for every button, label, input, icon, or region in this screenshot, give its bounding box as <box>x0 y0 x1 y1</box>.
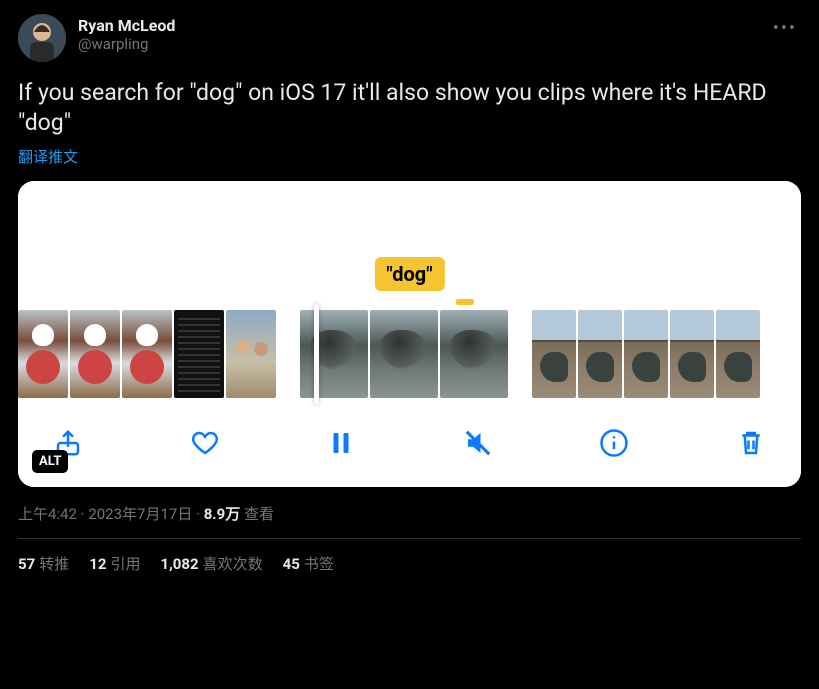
clip-group[interactable] <box>532 310 760 398</box>
mute-icon[interactable] <box>458 423 498 463</box>
clip-thumbnail[interactable] <box>578 310 622 398</box>
clip-thumbnail[interactable] <box>122 310 172 398</box>
clip-thumbnail[interactable] <box>716 310 760 398</box>
video-timeline[interactable] <box>18 305 801 403</box>
retweets-stat[interactable]: 57转推 <box>18 553 69 574</box>
more-icon[interactable]: ••• <box>769 14 801 43</box>
media-toolbar <box>18 403 801 487</box>
translate-link[interactable]: 翻译推文 <box>18 146 801 167</box>
playhead[interactable] <box>314 304 319 404</box>
tweet-header: Ryan McLeod @warpling ••• <box>18 14 801 62</box>
info-icon[interactable] <box>594 423 634 463</box>
clip-thumbnail[interactable] <box>300 310 368 398</box>
clip-thumbnail[interactable] <box>670 310 714 398</box>
display-name[interactable]: Ryan McLeod <box>78 16 175 35</box>
playhead-marker <box>456 299 474 305</box>
user-handle[interactable]: @warpling <box>78 35 175 53</box>
clip-thumbnail[interactable] <box>440 310 508 398</box>
clip-group[interactable] <box>18 310 276 398</box>
views-label: 查看 <box>244 505 274 523</box>
clip-thumbnail[interactable] <box>370 310 438 398</box>
pause-icon[interactable] <box>321 423 361 463</box>
clip-thumbnail[interactable] <box>532 310 576 398</box>
tweet-date[interactable]: 2023年7月17日 <box>88 505 192 523</box>
avatar[interactable] <box>18 14 66 62</box>
clip-group-active[interactable] <box>300 310 508 398</box>
media-card[interactable]: "dog" <box>18 181 801 487</box>
tweet-time[interactable]: 上午4:42 <box>18 505 77 523</box>
tweet-meta: 上午4:42 · 2023年7月17日 · 8.9万 查看 <box>18 503 801 524</box>
divider <box>18 538 801 539</box>
views-count: 8.9万 <box>204 505 241 523</box>
likes-stat[interactable]: 1,082喜欢次数 <box>160 553 262 574</box>
audio-caption: "dog" <box>374 257 444 291</box>
alt-badge[interactable]: ALT <box>32 450 68 473</box>
bookmarks-stat[interactable]: 45书签 <box>283 553 334 574</box>
tweet-stats: 57转推 12引用 1,082喜欢次数 45书签 <box>18 553 801 584</box>
clip-thumbnail[interactable] <box>226 310 276 398</box>
heart-icon[interactable] <box>185 423 225 463</box>
clip-thumbnail[interactable] <box>18 310 68 398</box>
clip-thumbnail[interactable] <box>624 310 668 398</box>
tweet-text: If you search for "dog" on iOS 17 it'll … <box>18 78 801 138</box>
clip-thumbnail[interactable] <box>174 310 224 398</box>
trash-icon[interactable] <box>731 423 771 463</box>
user-info: Ryan McLeod @warpling <box>78 14 175 53</box>
quotes-stat[interactable]: 12引用 <box>89 553 140 574</box>
clip-thumbnail[interactable] <box>70 310 120 398</box>
